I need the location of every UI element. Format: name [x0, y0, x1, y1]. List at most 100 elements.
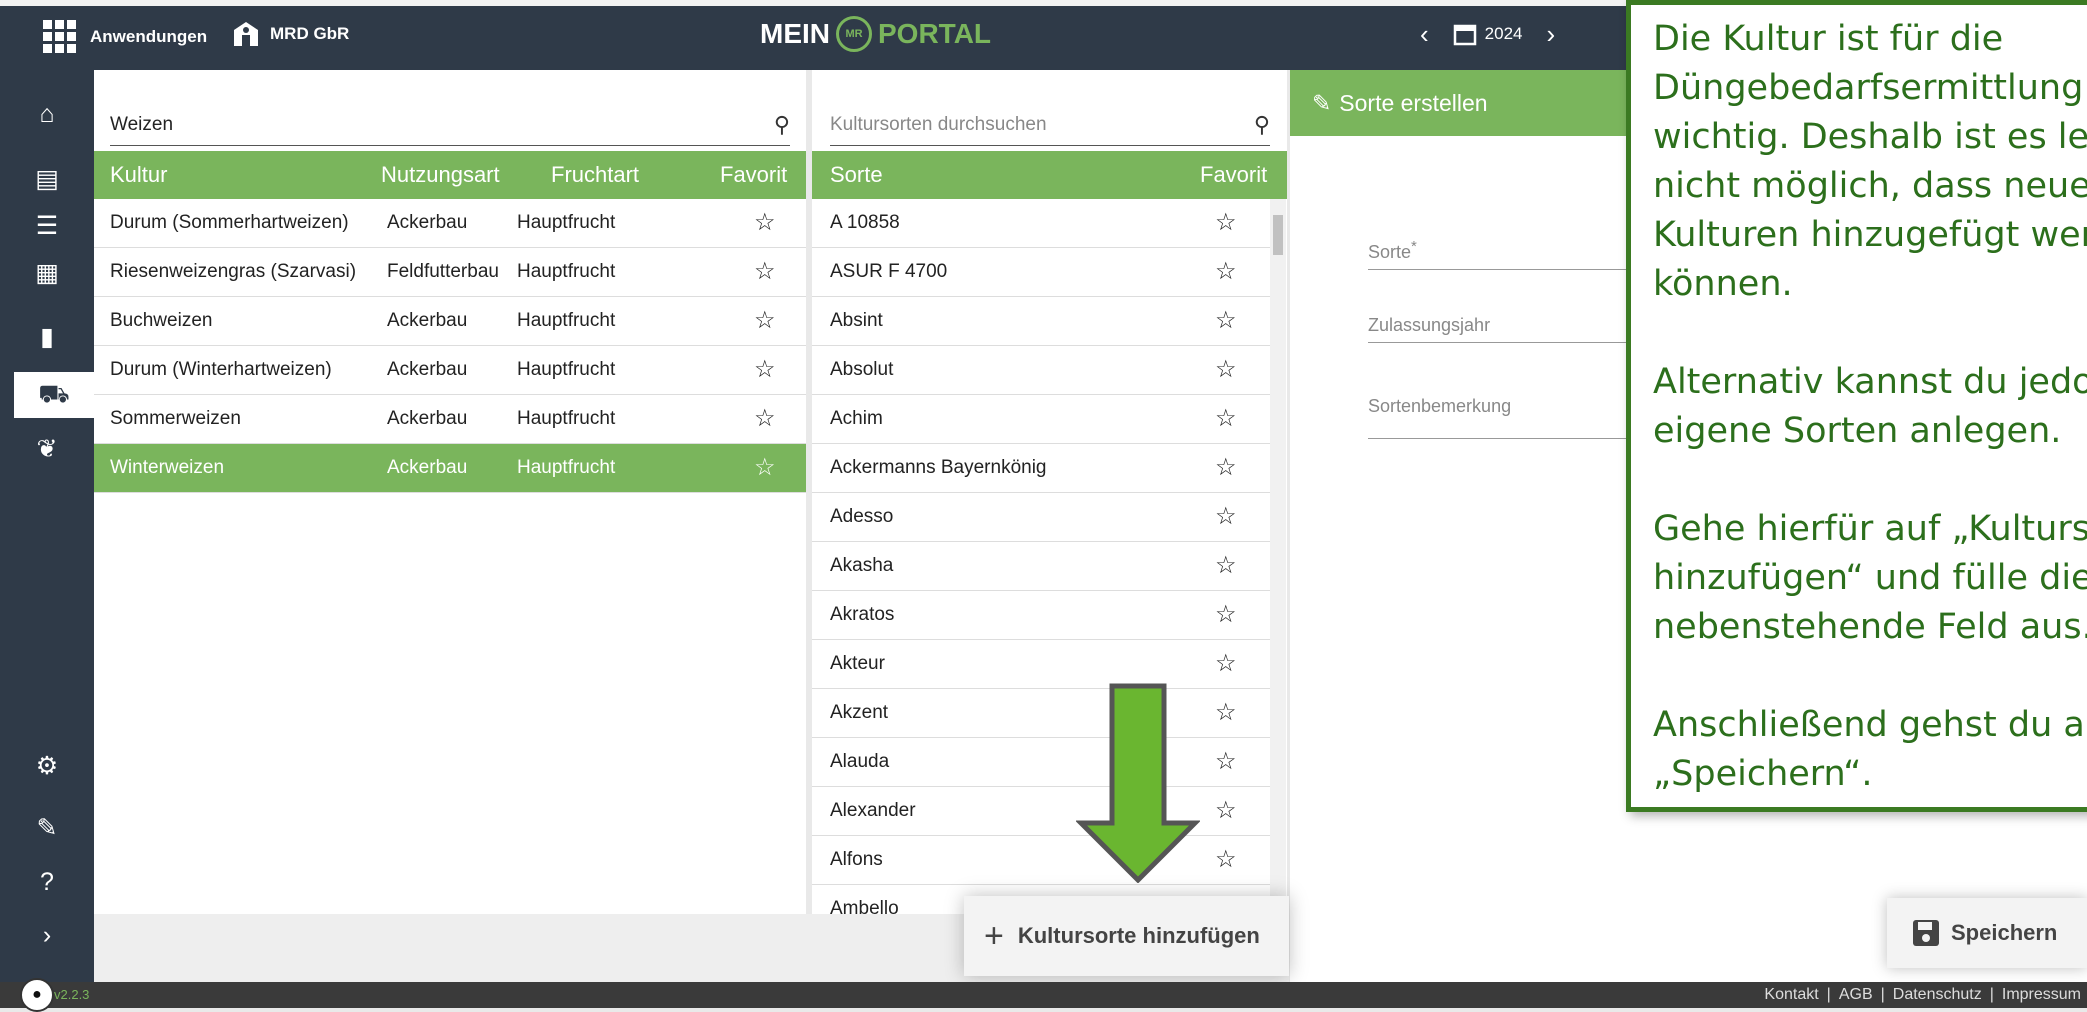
zulassungsjahr-field-label: Zulassungsjahr	[1368, 315, 1491, 335]
favorite-star-icon[interactable]: ☆	[754, 211, 776, 235]
tooltip-paragraph: Die Kultur ist für die Düngebedarfsermit…	[1653, 19, 2087, 304]
culture-usage-type: Ackerbau	[387, 457, 468, 478]
favorite-star-icon[interactable]: ☆	[1215, 554, 1237, 578]
variety-scrollbar[interactable]	[1270, 199, 1286, 914]
favorite-star-icon[interactable]: ☆	[754, 358, 776, 382]
culture-usage-type: Ackerbau	[387, 212, 468, 233]
variety-search-input[interactable]: Kultursorten durchsuchen ⚲	[830, 105, 1270, 146]
favorite-star-icon[interactable]: ☆	[1215, 358, 1237, 382]
sidebar-item-help[interactable]: ?	[0, 859, 94, 905]
sidebar-item-calendar[interactable]: ▦	[0, 250, 94, 296]
calendar-icon: ▦	[35, 259, 59, 287]
sidebar-item-records[interactable]: ☰	[0, 203, 94, 249]
sidebar-item-admin[interactable]: ✎	[0, 805, 94, 851]
list-item[interactable]: Adesso ☆	[812, 493, 1270, 542]
search-icon[interactable]: ⚲	[774, 112, 790, 138]
favorite-star-icon[interactable]: ☆	[1215, 456, 1237, 480]
list-item[interactable]: A 10858 ☆	[812, 199, 1270, 248]
favorite-star-icon[interactable]: ☆	[754, 456, 776, 480]
logo-seal-icon: MR	[836, 16, 872, 52]
table-row[interactable]: Riesenweizengras (Szarvasi) Feldfutterbau…	[94, 248, 806, 297]
column-header-nutzungsart[interactable]: Nutzungsart	[381, 162, 500, 188]
favorite-star-icon[interactable]: ☆	[1215, 505, 1237, 529]
table-row[interactable]: Durum (Winterhartweizen) Ackerbau Hauptfru…	[94, 346, 806, 395]
tooltip-paragraph: Alternativ kannst du jedoch eigene Sorte…	[1653, 362, 2087, 451]
list-item[interactable]: Absolut ☆	[812, 346, 1270, 395]
list-item[interactable]: Absint ☆	[812, 297, 1270, 346]
sidebar-item-machines[interactable]: ⛟	[14, 372, 94, 418]
favorite-star-icon[interactable]: ☆	[1215, 407, 1237, 431]
table-row[interactable]: Winterweizen Ackerbau Hauptfrucht ☆	[94, 444, 806, 493]
cookie-settings-icon[interactable]: ●	[20, 978, 54, 1012]
table-row[interactable]: Buchweizen Ackerbau Hauptfrucht ☆	[94, 297, 806, 346]
favorite-star-icon[interactable]: ☆	[1215, 848, 1237, 872]
culture-crop-type: Hauptfrucht	[517, 212, 616, 233]
help-icon: ?	[40, 867, 54, 896]
year-navigation: ‹ 2024 ›	[1420, 21, 1556, 47]
next-year-icon[interactable]: ›	[1547, 21, 1556, 47]
list-item[interactable]: Alauda ☆	[812, 738, 1270, 787]
favorite-star-icon[interactable]: ☆	[1215, 211, 1237, 235]
apps-menu-button[interactable]: Anwendungen	[43, 20, 207, 53]
portal-logo[interactable]: MEIN MR PORTAL	[760, 16, 991, 52]
year-value: 2024	[1484, 24, 1523, 43]
footer-link-agb[interactable]: AGB	[1839, 986, 1873, 1004]
variety-name: Achim	[830, 408, 883, 429]
list-item[interactable]: Akasha ☆	[812, 542, 1270, 591]
sidebar-item-reports[interactable]: ▮	[0, 314, 94, 360]
sidebar-item-home[interactable]: ⌂	[0, 91, 94, 137]
culture-crop-type: Hauptfrucht	[517, 359, 616, 380]
list-item[interactable]: Akzent ☆	[812, 689, 1270, 738]
favorite-star-icon[interactable]: ☆	[754, 260, 776, 284]
favorite-star-icon[interactable]: ☆	[1215, 652, 1237, 676]
farm-selector[interactable]: MRD GbR	[232, 20, 349, 48]
culture-search-input[interactable]: Weizen ⚲	[110, 105, 790, 146]
favorite-star-icon[interactable]: ☆	[1215, 260, 1237, 284]
varieties-panel: Kultursorten durchsuchen ⚲ Sorte Favorit…	[812, 70, 1287, 914]
footer-link-kontakt[interactable]: Kontakt	[1764, 986, 1818, 1004]
column-header-favorit[interactable]: Favorit	[720, 162, 787, 188]
list-item[interactable]: Ackermanns Bayernkönig ☆	[812, 444, 1270, 493]
favorite-star-icon[interactable]: ☆	[1215, 799, 1237, 823]
scrollbar-thumb[interactable]	[1273, 215, 1283, 255]
sidebar-item-fields[interactable]: ▤	[0, 156, 94, 202]
variety-name: Akratos	[830, 604, 895, 625]
favorite-star-icon[interactable]: ☆	[1215, 309, 1237, 333]
sidebar-item-settings[interactable]: ⚙	[0, 743, 94, 789]
previous-year-icon[interactable]: ‹	[1420, 21, 1429, 47]
list-item[interactable]: Akteur ☆	[812, 640, 1270, 689]
favorite-star-icon[interactable]: ☆	[1215, 750, 1237, 774]
sidebar-item-expand[interactable]: ›	[0, 912, 94, 958]
culture-crop-type: Hauptfrucht	[517, 408, 616, 429]
list-item[interactable]: Akratos ☆	[812, 591, 1270, 640]
save-button[interactable]: Speichern	[1887, 898, 2087, 968]
culture-name: Durum (Sommerhartweizen)	[110, 212, 349, 233]
favorite-star-icon[interactable]: ☆	[754, 407, 776, 431]
search-icon[interactable]: ⚲	[1254, 112, 1270, 138]
footer-link-datenschutz[interactable]: Datenschutz	[1893, 986, 1982, 1004]
list-item[interactable]: Alexander ☆	[812, 787, 1270, 836]
year-picker[interactable]: 2024	[1453, 22, 1523, 46]
variety-list[interactable]: A 10858 ☆ ASUR F 4700 ☆ Absint ☆ Absolut ☆ Achim…	[812, 199, 1287, 914]
favorite-star-icon[interactable]: ☆	[1215, 603, 1237, 627]
table-row[interactable]: Sommerweizen Ackerbau Hauptfrucht ☆	[94, 395, 806, 444]
variety-name: Akteur	[830, 653, 885, 674]
column-header-kultur[interactable]: Kultur	[110, 162, 167, 188]
list-item[interactable]: Alfons ☆	[812, 836, 1270, 885]
culture-name: Winterweizen	[110, 457, 225, 478]
list-item[interactable]: Achim ☆	[812, 395, 1270, 444]
favorite-star-icon[interactable]: ☆	[754, 309, 776, 333]
list-item[interactable]: ASUR F 4700 ☆	[812, 248, 1270, 297]
sorte-field-label: Sorte	[1368, 242, 1412, 262]
bar-chart-icon: ▮	[40, 323, 54, 351]
table-row[interactable]: Durum (Sommerhartweizen) Ackerbau Hauptfru…	[94, 199, 806, 248]
column-header-favorit[interactable]: Favorit	[1200, 162, 1267, 188]
favorite-star-icon[interactable]: ☆	[1215, 701, 1237, 725]
add-variety-button[interactable]: + Kultursorte hinzufügen	[964, 896, 1289, 976]
variety-name: Alexander	[830, 800, 916, 821]
column-header-fruchtart[interactable]: Fruchtart	[551, 162, 639, 188]
variety-name: ASUR F 4700	[830, 261, 948, 282]
column-header-sorte[interactable]: Sorte	[830, 162, 883, 188]
sidebar-item-crops[interactable]: ❦	[0, 426, 94, 472]
footer-link-impressum[interactable]: Impressum	[2002, 986, 2081, 1004]
